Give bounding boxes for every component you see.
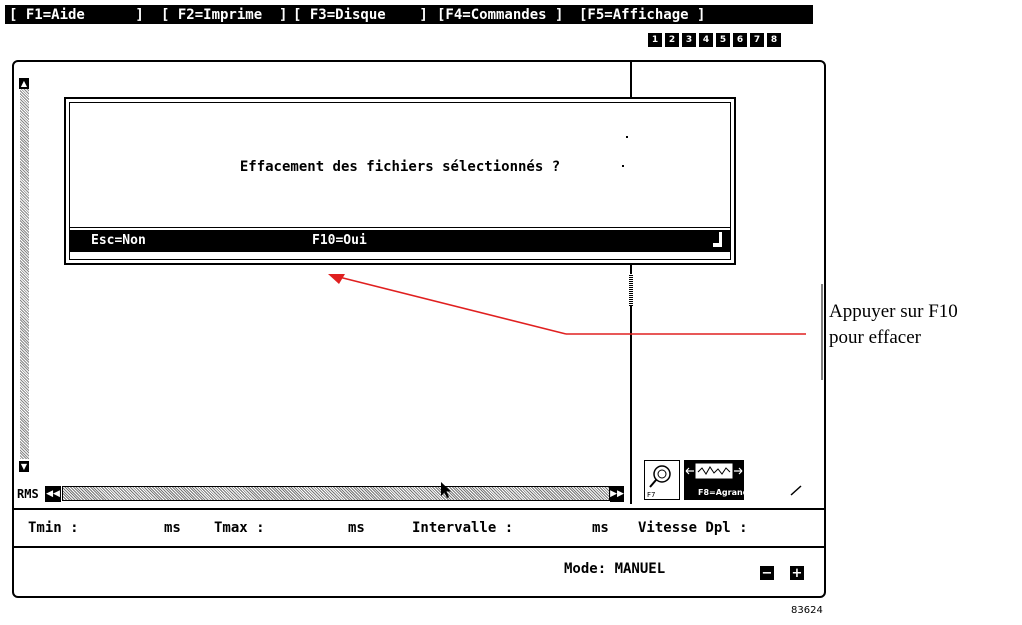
screen-button-6[interactable]: 6 bbox=[733, 33, 747, 47]
screen-button-3[interactable]: 3 bbox=[682, 33, 696, 47]
measurement-status-bar: Tmin : ms Tmax : ms Intervalle : ms Vite… bbox=[14, 508, 826, 548]
mouse-pointer-icon bbox=[441, 482, 451, 498]
zoom-f8-button[interactable]: F8=Agrand. bbox=[684, 460, 751, 500]
minus-button[interactable]: − bbox=[760, 566, 774, 581]
cancel-button[interactable]: Esc=Non bbox=[91, 233, 146, 248]
dialog-message: Effacement des fichiers sélectionnés ? bbox=[239, 159, 561, 175]
intervalle-label: Intervalle : bbox=[412, 520, 514, 536]
menu-item-disque[interactable]: [ F3=Disque ] bbox=[293, 7, 437, 23]
screen-button-5[interactable]: 5 bbox=[716, 33, 730, 47]
delete-confirmation-dialog: Effacement des fichiers sélectionnés ? E… bbox=[64, 97, 736, 265]
zoom-f7-label: F7 bbox=[647, 491, 656, 499]
menu-item-affichage[interactable]: [F5=Affichage ] bbox=[579, 7, 727, 23]
menu-bar: [ F1=Aide ] [ F2=Imprime ] [ F3=Disque ]… bbox=[5, 5, 813, 24]
vertical-scrollbar[interactable] bbox=[20, 89, 29, 459]
slash-icon bbox=[790, 485, 802, 496]
zoom-f8-label: F8=Agrand. bbox=[698, 488, 752, 497]
screen-button-4[interactable]: 4 bbox=[699, 33, 713, 47]
scroll-up-icon[interactable]: ▲ bbox=[19, 78, 29, 89]
tmax-label: Tmax : bbox=[214, 520, 265, 536]
vitesse-label: Vitesse Dpl : bbox=[638, 520, 748, 536]
mode-status-bar: Mode: MANUEL − + bbox=[14, 548, 826, 596]
artifact-dot bbox=[626, 136, 628, 138]
screen-button-2[interactable]: 2 bbox=[665, 33, 679, 47]
horizontal-scrollbar[interactable] bbox=[62, 486, 610, 501]
plus-button[interactable]: + bbox=[790, 566, 804, 581]
scroll-down-icon[interactable]: ▼ bbox=[19, 461, 29, 472]
mode-label: Mode: MANUEL bbox=[564, 561, 666, 577]
splitter-handle[interactable] bbox=[629, 274, 633, 306]
annotation-line-1: Appuyer sur F10 bbox=[829, 301, 958, 322]
rms-label: RMS bbox=[17, 487, 39, 501]
screen-button-1[interactable]: 1 bbox=[648, 33, 662, 47]
dialog-divider bbox=[70, 227, 730, 228]
screen-button-7[interactable]: 7 bbox=[750, 33, 764, 47]
screen-button-8[interactable]: 8 bbox=[767, 33, 781, 47]
annotation-line-2: pour effacer bbox=[829, 327, 921, 348]
tmin-label: Tmin : bbox=[28, 520, 79, 536]
figure-reference-number: 83624 bbox=[791, 605, 823, 616]
scroll-left-icon[interactable]: ◀◀ bbox=[45, 486, 61, 502]
zoom-extend-icon bbox=[685, 463, 743, 479]
menu-item-imprime[interactable]: [ F2=Imprime ] bbox=[161, 7, 293, 23]
menu-item-commandes[interactable]: [F4=Commandes ] bbox=[437, 7, 579, 23]
annotation-text: Appuyer sur F10 pour effacer bbox=[829, 299, 958, 351]
scroll-right-icon[interactable]: ▶▶ bbox=[610, 486, 624, 502]
zoom-f7-button[interactable]: F7 bbox=[644, 460, 680, 500]
confirm-button[interactable]: F10=Oui bbox=[312, 233, 367, 248]
menu-item-aide[interactable]: [ F1=Aide ] bbox=[9, 7, 161, 23]
tmin-unit: ms bbox=[164, 520, 181, 536]
screen-selector: 1 2 3 4 5 6 7 8 bbox=[648, 33, 781, 47]
intervalle-unit: ms bbox=[592, 520, 609, 536]
tmax-unit: ms bbox=[348, 520, 365, 536]
dialog-button-bar: Esc=Non F10=Oui bbox=[69, 230, 731, 252]
magnifier-icon bbox=[649, 465, 671, 488]
resize-handle-icon[interactable] bbox=[713, 232, 723, 248]
